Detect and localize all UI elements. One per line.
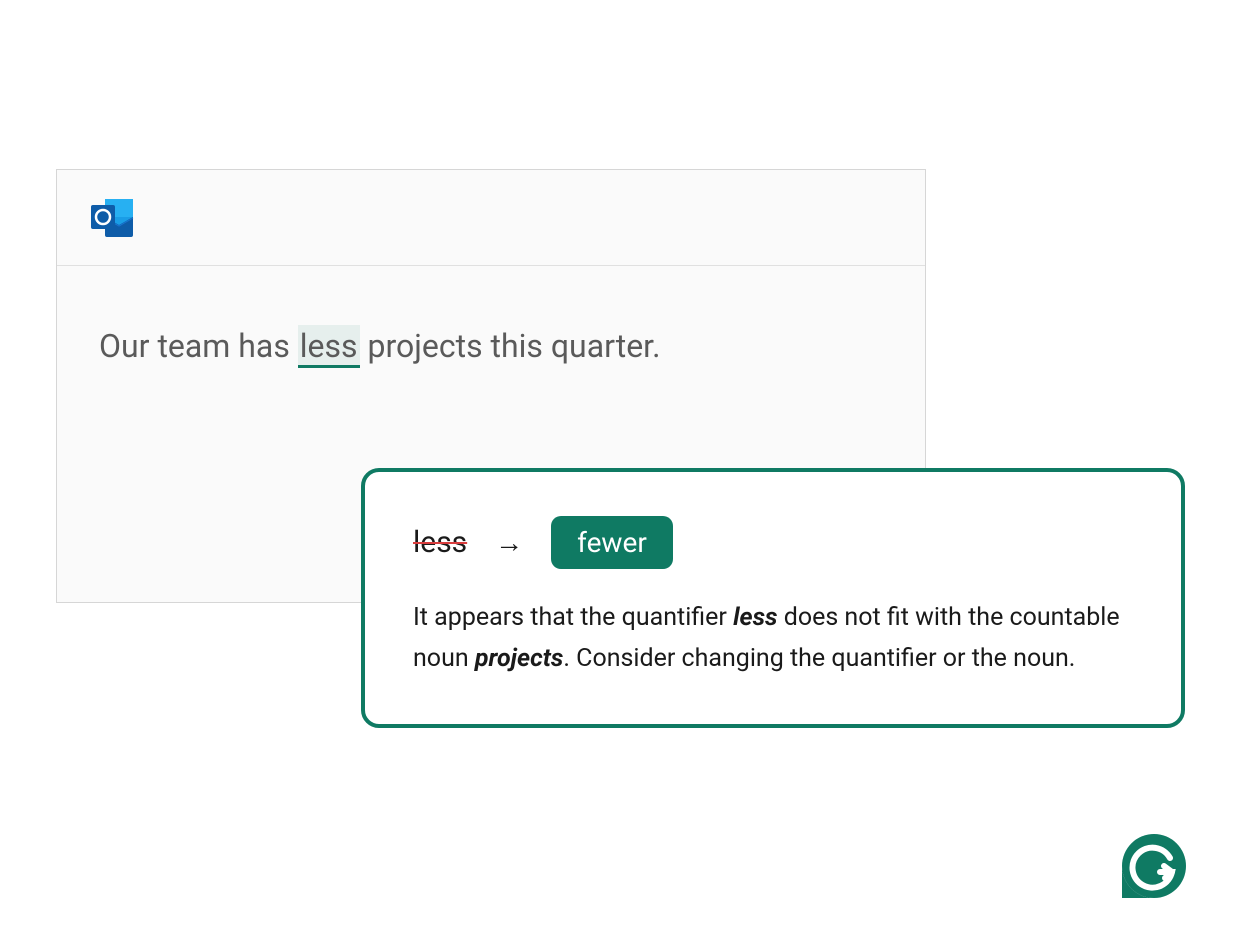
grammarly-icon[interactable] xyxy=(1120,832,1188,900)
replacement-button[interactable]: fewer xyxy=(551,516,673,569)
editor-text-after: projects this quarter. xyxy=(360,327,661,365)
explanation-emphasis: projects xyxy=(475,644,564,673)
editor-text-area[interactable]: Our team has less projects this quarter. xyxy=(57,266,925,427)
explanation-emphasis: less xyxy=(733,603,777,632)
highlighted-word[interactable]: less xyxy=(298,325,360,368)
explanation-part: . Consider changing the quantifier or th… xyxy=(563,644,1075,673)
suggestion-row: less → fewer xyxy=(413,516,1133,569)
editor-header xyxy=(57,170,925,266)
suggestion-explanation: It appears that the quantifier less does… xyxy=(413,597,1133,680)
outlook-icon xyxy=(89,197,135,239)
original-word: less xyxy=(413,525,467,560)
editor-text-before: Our team has xyxy=(99,327,298,365)
suggestion-card: less → fewer It appears that the quantif… xyxy=(361,468,1185,728)
arrow-icon: → xyxy=(495,526,523,559)
explanation-part: It appears that the quantifier xyxy=(413,603,733,632)
